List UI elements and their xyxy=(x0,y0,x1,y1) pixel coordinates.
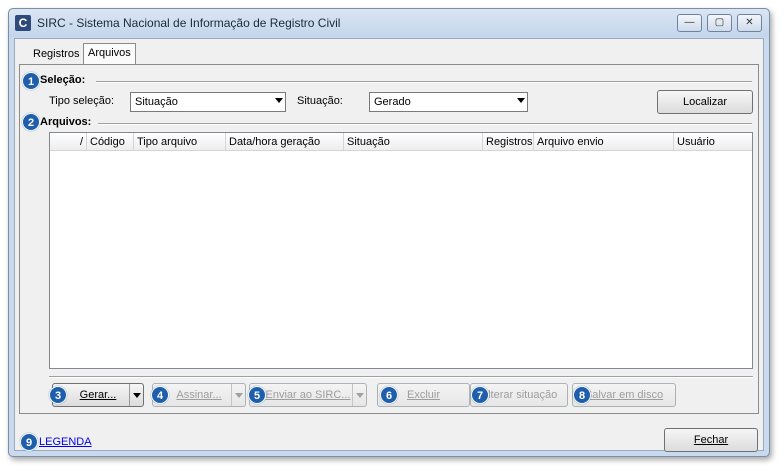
selecao-group-title: Seleção: xyxy=(40,74,88,86)
column-header-registros[interactable]: Registros xyxy=(483,133,534,151)
client-area: Registros Arquivos 1 Seleção: Tipo seleç… xyxy=(14,38,764,452)
callout-badge-5: 5 xyxy=(248,386,266,404)
assinar-button-label: Assinar... xyxy=(176,389,222,401)
minimize-button[interactable]: — xyxy=(677,14,702,32)
situacao-select[interactable]: Gerado xyxy=(369,92,528,112)
tipo-selecao-value: Situação xyxy=(135,96,178,108)
chevron-down-icon[interactable] xyxy=(231,384,245,406)
arquivos-divider xyxy=(98,123,752,125)
column-header-sort[interactable]: / xyxy=(50,133,87,151)
tipo-selecao-label: Tipo seleção: xyxy=(49,95,115,107)
actions-divider xyxy=(49,376,753,378)
column-header-tipo-arquivo[interactable]: Tipo arquivo xyxy=(134,133,226,151)
tab-arquivos-label: Arquivos xyxy=(88,47,131,59)
situacao-label: Situação: xyxy=(297,95,343,107)
fechar-button-label: Fechar xyxy=(693,434,729,446)
tab-arquivos[interactable]: Arquivos xyxy=(83,43,136,65)
close-window-button[interactable]: ✕ xyxy=(737,14,762,32)
callout-badge-1: 1 xyxy=(22,72,40,90)
column-header-arquivo-envio[interactable]: Arquivo envio xyxy=(534,133,674,151)
enviar-sirc-button-label: Enviar ao SIRC... xyxy=(265,389,351,401)
column-header-codigo[interactable]: Código xyxy=(87,133,134,151)
arquivos-table[interactable]: / Código Tipo arquivo Data/hora geração … xyxy=(49,132,753,369)
situacao-value: Gerado xyxy=(374,96,411,108)
tab-registros[interactable]: Registros xyxy=(29,45,84,65)
localizar-button-label: Localizar xyxy=(682,96,728,108)
maximize-button[interactable]: ▢ xyxy=(707,14,732,32)
chevron-down-icon[interactable] xyxy=(352,384,366,406)
callout-badge-4: 4 xyxy=(151,386,169,404)
gerar-button-label: Gerar... xyxy=(79,389,117,401)
salvar-disco-button-label: Salvar em disco xyxy=(584,389,664,401)
alterar-situacao-button-label: Alterar situação xyxy=(480,389,558,401)
column-header-data-hora[interactable]: Data/hora geração xyxy=(226,133,344,151)
callout-badge-8: 8 xyxy=(573,386,591,404)
arquivos-group-title: Arquivos: xyxy=(40,116,94,128)
chevron-down-icon xyxy=(275,98,283,103)
selecao-divider xyxy=(96,81,752,83)
window-title: SIRC - Sistema Nacional de Informação de… xyxy=(37,16,341,30)
callout-badge-2: 2 xyxy=(22,113,40,131)
enviar-sirc-button[interactable]: Enviar ao SIRC... xyxy=(249,383,367,407)
excluir-button-label: Excluir xyxy=(406,389,440,401)
callout-badge-6: 6 xyxy=(380,386,398,404)
callout-badge-9: 9 xyxy=(20,433,38,451)
app-logo-icon: C xyxy=(15,15,31,31)
callout-badge-7: 7 xyxy=(471,386,489,404)
table-header: / Código Tipo arquivo Data/hora geração … xyxy=(50,133,752,151)
callout-badge-3: 3 xyxy=(49,386,67,404)
column-header-situacao[interactable]: Situação xyxy=(344,133,483,151)
legenda-link[interactable]: LEGENDA xyxy=(39,436,92,448)
tipo-selecao-select[interactable]: Situação xyxy=(130,92,286,112)
main-window: C SIRC - Sistema Nacional de Informação … xyxy=(8,8,770,457)
fechar-button[interactable]: Fechar xyxy=(664,428,758,452)
title-bar[interactable]: C SIRC - Sistema Nacional de Informação … xyxy=(9,9,769,37)
tab-registros-label: Registros xyxy=(33,48,80,60)
chevron-down-icon[interactable] xyxy=(129,384,143,406)
column-header-usuario[interactable]: Usuário xyxy=(674,133,752,151)
tab-panel-arquivos: 1 Seleção: Tipo seleção: Situação Situaç… xyxy=(19,64,759,414)
localizar-button[interactable]: Localizar xyxy=(657,90,753,114)
chevron-down-icon xyxy=(517,98,525,103)
